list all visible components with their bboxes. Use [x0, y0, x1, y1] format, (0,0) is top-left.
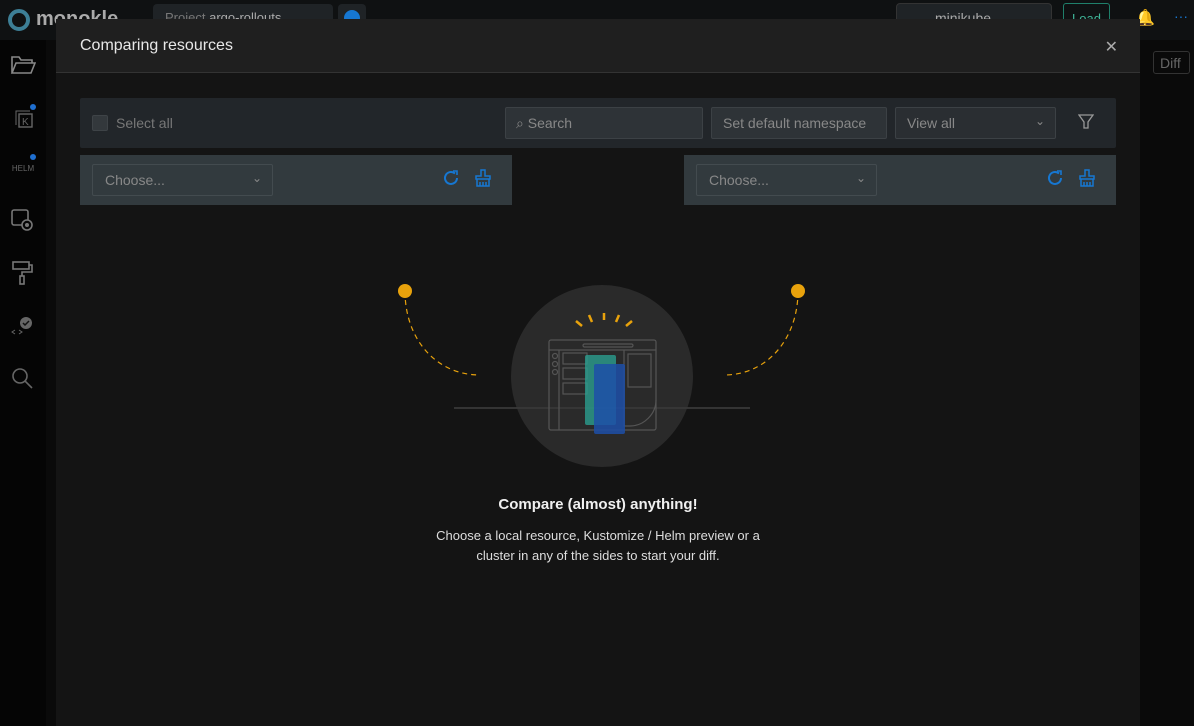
empty-state-title: Compare (almost) anything!	[498, 496, 698, 513]
sidebar: K HELM	[0, 40, 46, 726]
preview-icon[interactable]	[10, 208, 36, 234]
kustomize-icon[interactable]: K	[10, 104, 36, 132]
templates-icon[interactable]	[10, 260, 36, 286]
svg-text:K: K	[22, 117, 29, 128]
validation-icon[interactable]	[10, 314, 36, 340]
folder-icon[interactable]	[10, 54, 37, 80]
diff-button[interactable]: Diff	[1153, 51, 1190, 74]
description-line: Choose a local resource, Kustomize / Hel…	[436, 528, 760, 543]
compare-illustration	[398, 284, 805, 467]
description-line: cluster in any of the sides to start you…	[476, 548, 720, 563]
helm-icon[interactable]: HELM	[10, 154, 36, 182]
empty-state-description: Choose a local resource, Kustomize / Hel…	[56, 526, 1140, 566]
search-icon[interactable]	[10, 366, 36, 392]
more-icon[interactable]: ···	[1174, 8, 1188, 24]
compare-modal: Comparing resources ✕ Select all ⌕ Searc…	[56, 19, 1140, 726]
